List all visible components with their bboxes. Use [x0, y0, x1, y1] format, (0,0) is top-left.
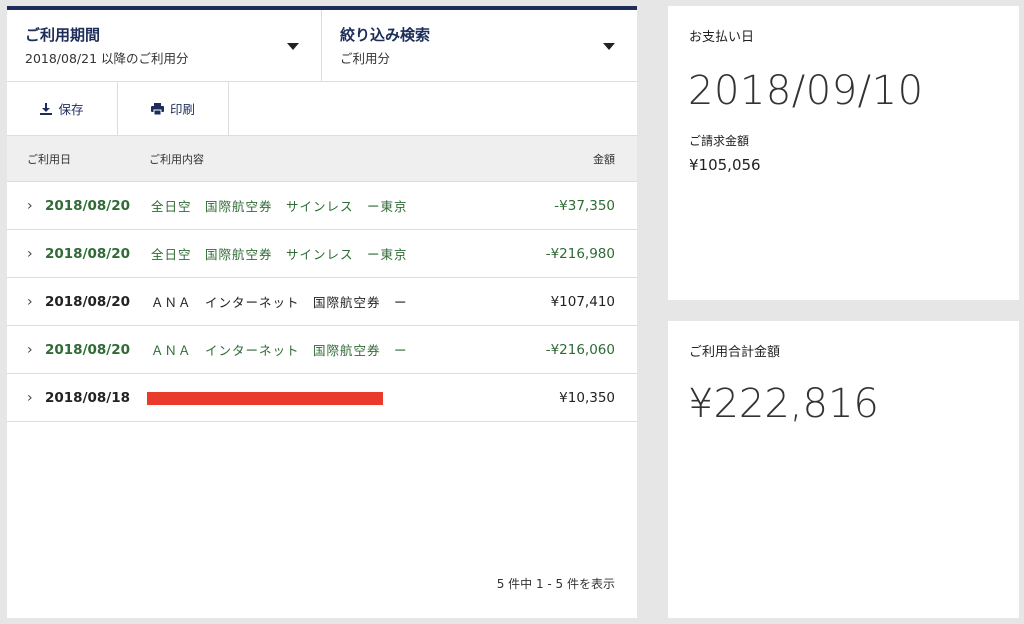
action-bar: 保存 印刷 — [7, 82, 637, 136]
table-row[interactable]: › 2018/08/20 ＡＮＡ インターネット 国際航空券 ー ¥107,41… — [7, 278, 637, 326]
claim-amount-value: ¥105,056 — [689, 156, 761, 174]
save-button[interactable]: 保存 — [7, 82, 118, 135]
row-amount: -¥37,350 — [554, 197, 615, 214]
payment-date-label: お支払い日 — [689, 30, 755, 45]
period-filter-value: 2018/08/21 以降のご利用分 — [25, 51, 189, 66]
table-row[interactable]: › 2018/08/20 全日空 国際航空券 サインレス ー東京 -¥216,9… — [7, 230, 637, 278]
total-amount-value: ¥222,816 — [688, 381, 879, 427]
print-button[interactable]: 印刷 — [118, 82, 229, 135]
statement-panel: ご利用期間 2018/08/21 以降のご利用分 絞り込み検索 ご利用分 保存 — [7, 6, 637, 618]
row-amount: ¥10,350 — [559, 389, 615, 406]
column-header-date: ご利用日 — [27, 152, 71, 166]
search-filter-value: ご利用分 — [340, 51, 391, 66]
period-filter-title: ご利用期間 — [25, 26, 101, 44]
column-header-amount: 金額 — [593, 152, 615, 166]
row-date: 2018/08/18 — [45, 389, 131, 406]
column-header-desc: ご利用内容 — [149, 152, 204, 166]
chevron-right-icon: › — [27, 197, 33, 214]
chevron-right-icon: › — [27, 245, 33, 262]
total-amount-card: ご利用合計金額 ¥222,816 — [668, 321, 1019, 618]
printer-icon — [150, 102, 164, 115]
row-date: 2018/08/20 — [45, 197, 131, 214]
filter-bar: ご利用期間 2018/08/21 以降のご利用分 絞り込み検索 ご利用分 — [7, 10, 637, 82]
chevron-right-icon: › — [27, 293, 33, 310]
caret-down-icon[interactable] — [287, 43, 299, 50]
row-desc: 全日空 国際航空券 サインレス ー東京 — [151, 247, 408, 262]
table-row[interactable]: › 2018/08/18 ¥10,350 — [7, 374, 637, 422]
claim-amount-label: ご請求金額 — [689, 134, 750, 148]
row-desc: ＡＮＡ インターネット 国際航空券 ー — [151, 295, 408, 310]
download-icon — [40, 102, 53, 115]
row-desc: 全日空 国際航空券 サインレス ー東京 — [151, 199, 408, 214]
row-desc — [147, 390, 487, 405]
chevron-right-icon: › — [27, 341, 33, 358]
table-row[interactable]: › 2018/08/20 ＡＮＡ インターネット 国際航空券 ー -¥216,0… — [7, 326, 637, 374]
period-filter[interactable]: ご利用期間 2018/08/21 以降のご利用分 — [7, 10, 322, 81]
table-header: ご利用日 ご利用内容 金額 — [7, 136, 637, 182]
search-filter-title: 絞り込み検索 — [340, 26, 431, 44]
row-date: 2018/08/20 — [45, 293, 131, 310]
row-date: 2018/08/20 — [45, 245, 131, 262]
transaction-list: › 2018/08/20 全日空 国際航空券 サインレス ー東京 -¥37,35… — [7, 182, 637, 422]
payment-date-value: 2018/09/10 — [688, 68, 924, 114]
row-amount: -¥216,060 — [545, 341, 615, 358]
table-row[interactable]: › 2018/08/20 全日空 国際航空券 サインレス ー東京 -¥37,35… — [7, 182, 637, 230]
row-desc: ＡＮＡ インターネット 国際航空券 ー — [151, 343, 408, 358]
row-amount: -¥216,980 — [545, 245, 615, 262]
chevron-right-icon: › — [27, 389, 33, 406]
print-label: 印刷 — [169, 102, 195, 117]
caret-down-icon[interactable] — [603, 43, 615, 50]
pagination-summary: 5 件中 1 - 5 件を表示 — [496, 577, 615, 591]
payment-date-card: お支払い日 2018/09/10 ご請求金額 ¥105,056 — [668, 6, 1019, 300]
row-amount: ¥107,410 — [550, 293, 615, 310]
redaction-bar — [147, 392, 383, 405]
total-amount-label: ご利用合計金額 — [689, 345, 781, 360]
save-label: 保存 — [58, 102, 84, 117]
row-date: 2018/08/20 — [45, 341, 131, 358]
search-filter[interactable]: 絞り込み検索 ご利用分 — [322, 10, 637, 81]
